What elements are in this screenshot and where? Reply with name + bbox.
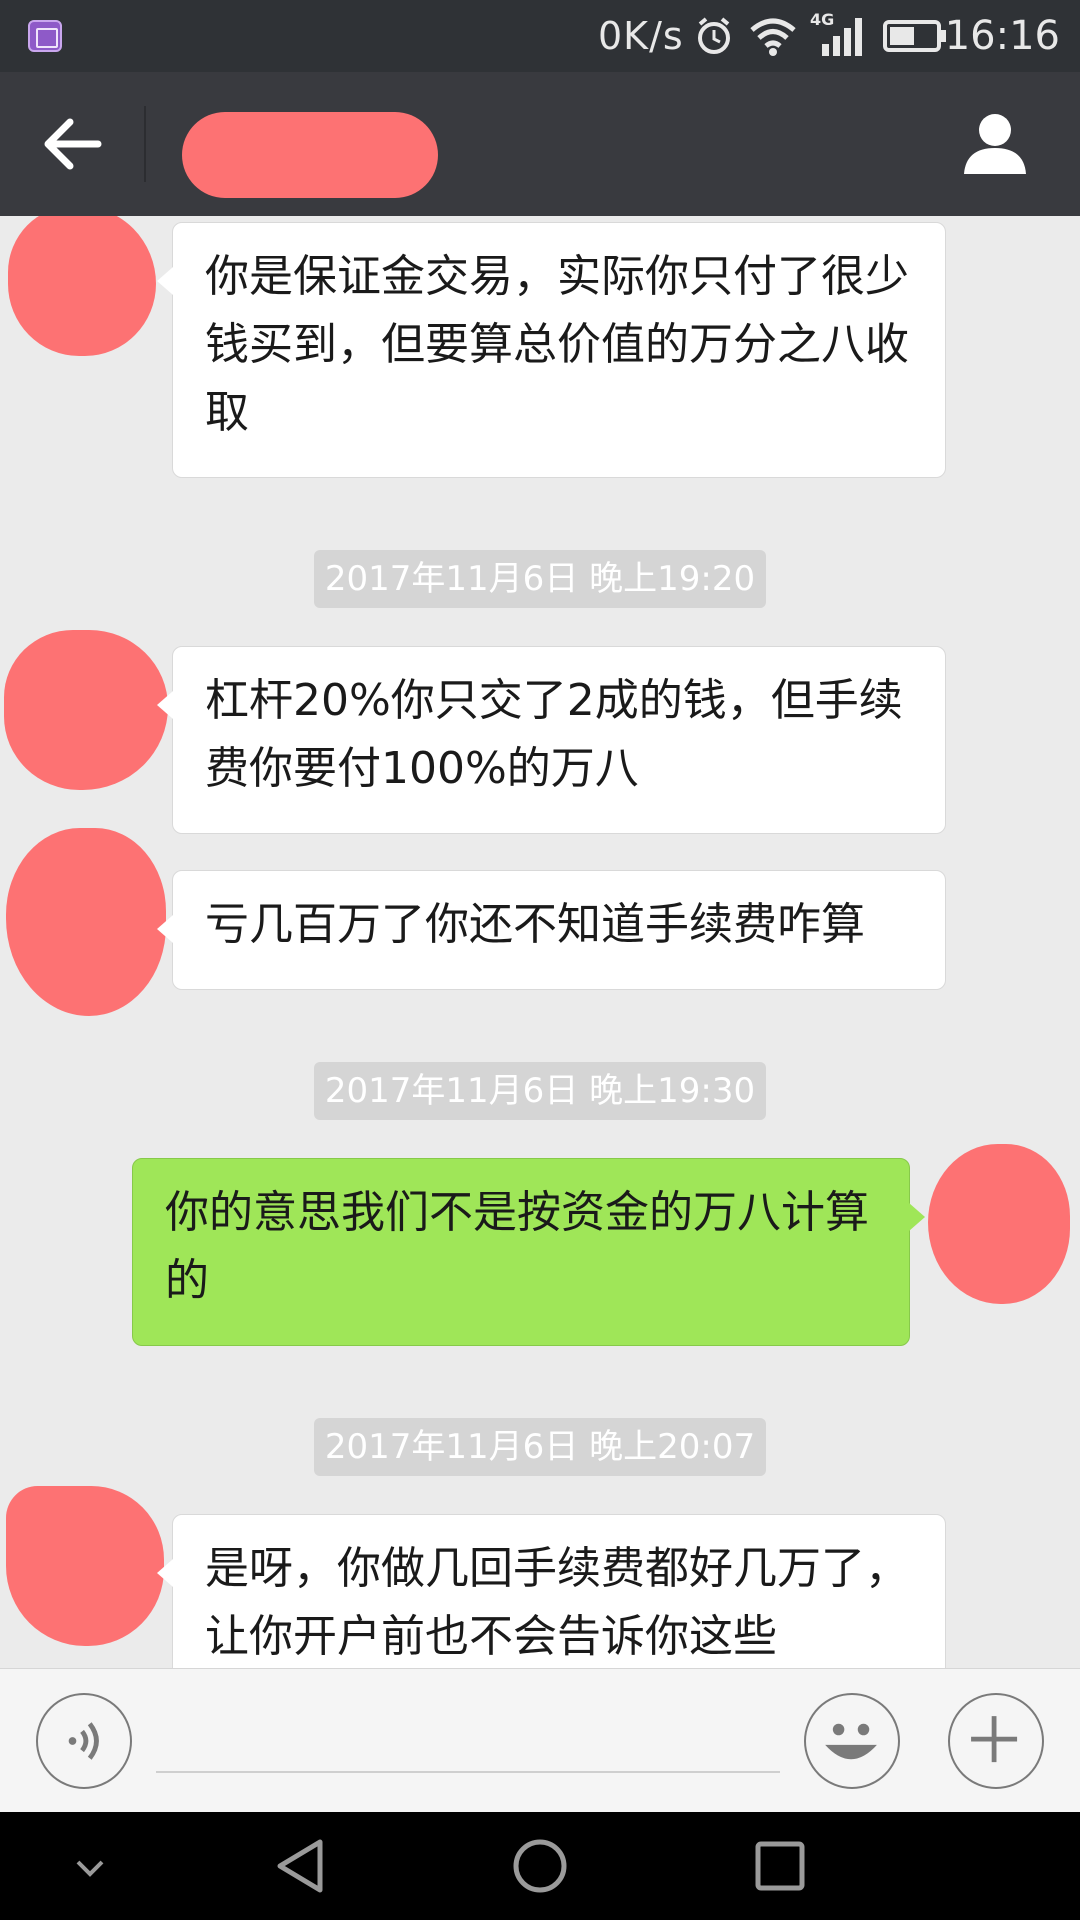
header-divider <box>144 106 146 182</box>
profile-icon[interactable] <box>962 110 1028 176</box>
incoming-message[interactable]: 亏几百万了你还不知道手续费咋算 <box>157 870 946 990</box>
net-speed: 0K/s <box>598 14 684 58</box>
avatar[interactable] <box>6 1486 164 1646</box>
avatar[interactable] <box>6 828 166 1016</box>
message-input[interactable] <box>156 1711 780 1773</box>
home-icon[interactable] <box>510 1836 570 1896</box>
input-bar <box>0 1668 1080 1812</box>
voice-icon <box>68 1722 99 1760</box>
back-icon[interactable] <box>270 1836 330 1896</box>
collapse-icon[interactable] <box>70 1836 110 1896</box>
timestamp: 2017年11月6日 晚上19:20 <box>314 550 766 608</box>
clock: 16:16 <box>944 13 1060 59</box>
message-list[interactable]: 你是保证金交易，实际你只付了很少钱买到，但要算总价值的万分之八收取 2017年1… <box>0 216 1080 1668</box>
battery-icon <box>883 20 946 52</box>
incoming-message[interactable]: 你是保证金交易，实际你只付了很少钱买到，但要算总价值的万分之八收取 <box>157 222 946 478</box>
system-nav-bar <box>0 1812 1080 1920</box>
incoming-message[interactable]: 是呀，你做几回手续费都好几万了，让你开户前也不会告诉你这些 <box>157 1514 946 1668</box>
incoming-message[interactable]: 杠杆20%你只交了2成的钱，但手续费你要付100%的万八 <box>157 646 946 834</box>
alarm-icon <box>698 17 730 54</box>
status-bar: 0K/s 4G 16:16 <box>0 0 1080 72</box>
avatar[interactable] <box>8 216 156 356</box>
signal-icon <box>822 18 862 56</box>
back-arrow-icon[interactable] <box>38 112 108 176</box>
wifi-icon <box>750 18 796 56</box>
chat-header <box>0 72 1080 216</box>
timestamp: 2017年11月6日 晚上20:07 <box>314 1418 766 1476</box>
recents-icon[interactable] <box>750 1836 810 1896</box>
avatar[interactable] <box>928 1144 1070 1304</box>
timestamp: 2017年11月6日 晚上19:30 <box>314 1062 766 1120</box>
gallery-icon <box>28 20 62 52</box>
plus-icon <box>971 1716 1018 1763</box>
voice-button[interactable] <box>36 1693 132 1789</box>
emoji-icon <box>825 1723 877 1760</box>
avatar[interactable] <box>4 630 168 790</box>
contact-name-redacted <box>182 112 438 198</box>
emoji-button[interactable] <box>804 1693 900 1789</box>
more-button[interactable] <box>948 1693 1044 1789</box>
outgoing-message[interactable]: 你的意思我们不是按资金的万八计算的 <box>132 1158 925 1346</box>
